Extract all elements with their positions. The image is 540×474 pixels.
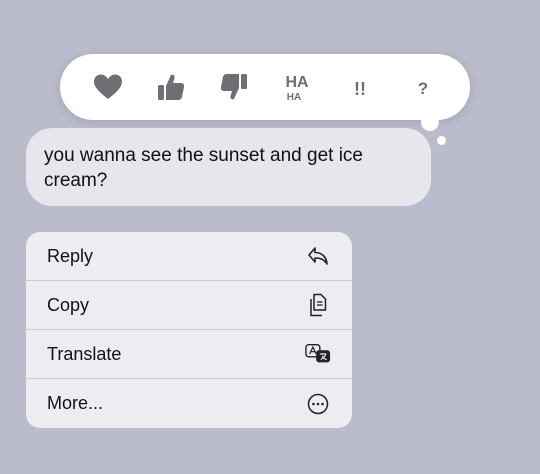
menu-item-more[interactable]: More... [26, 379, 352, 428]
menu-item-copy[interactable]: Copy [26, 281, 352, 330]
tapback-question[interactable]: ? [399, 63, 447, 111]
tapback-haha[interactable]: HA HA [273, 63, 321, 111]
tapback-thumbs-up[interactable] [147, 63, 195, 111]
question-icon: ? [417, 79, 427, 98]
menu-item-translate[interactable]: Translate [26, 330, 352, 379]
menu-item-label: Reply [47, 245, 94, 266]
tapback-heart[interactable] [84, 63, 132, 111]
menu-item-label: Translate [47, 343, 122, 364]
more-icon [305, 391, 331, 417]
haha-icon: HA HA [285, 74, 309, 103]
tapback-exclamation[interactable]: !! [336, 63, 384, 111]
tapback-tail-small [437, 136, 446, 145]
thumbs-up-icon [157, 74, 184, 100]
menu-item-label: Copy [47, 294, 90, 315]
tapback-thumbs-down[interactable] [210, 63, 258, 111]
menu-item-reply[interactable]: Reply [26, 232, 352, 281]
haha-sublabel: HA [286, 92, 300, 103]
question-label: ? [417, 79, 427, 98]
exclamation-icon: !! [354, 79, 366, 99]
exclamation-label: !! [354, 79, 366, 99]
heart-icon [93, 74, 122, 99]
menu-item-label: More... [47, 393, 104, 413]
translate-icon [305, 341, 331, 367]
message-text: you wanna see the sunset and get ice cre… [44, 145, 364, 191]
copy-icon [305, 292, 331, 318]
tapback-bar: HA HA !! ? [60, 54, 470, 120]
context-menu: Reply Copy Translate More... [26, 232, 352, 428]
thumbs-down-icon [220, 74, 247, 100]
reply-icon [305, 243, 331, 269]
message-bubble[interactable]: you wanna see the sunset and get ice cre… [26, 128, 431, 206]
tapback-tail-large [421, 113, 439, 131]
haha-label: HA [285, 74, 309, 91]
